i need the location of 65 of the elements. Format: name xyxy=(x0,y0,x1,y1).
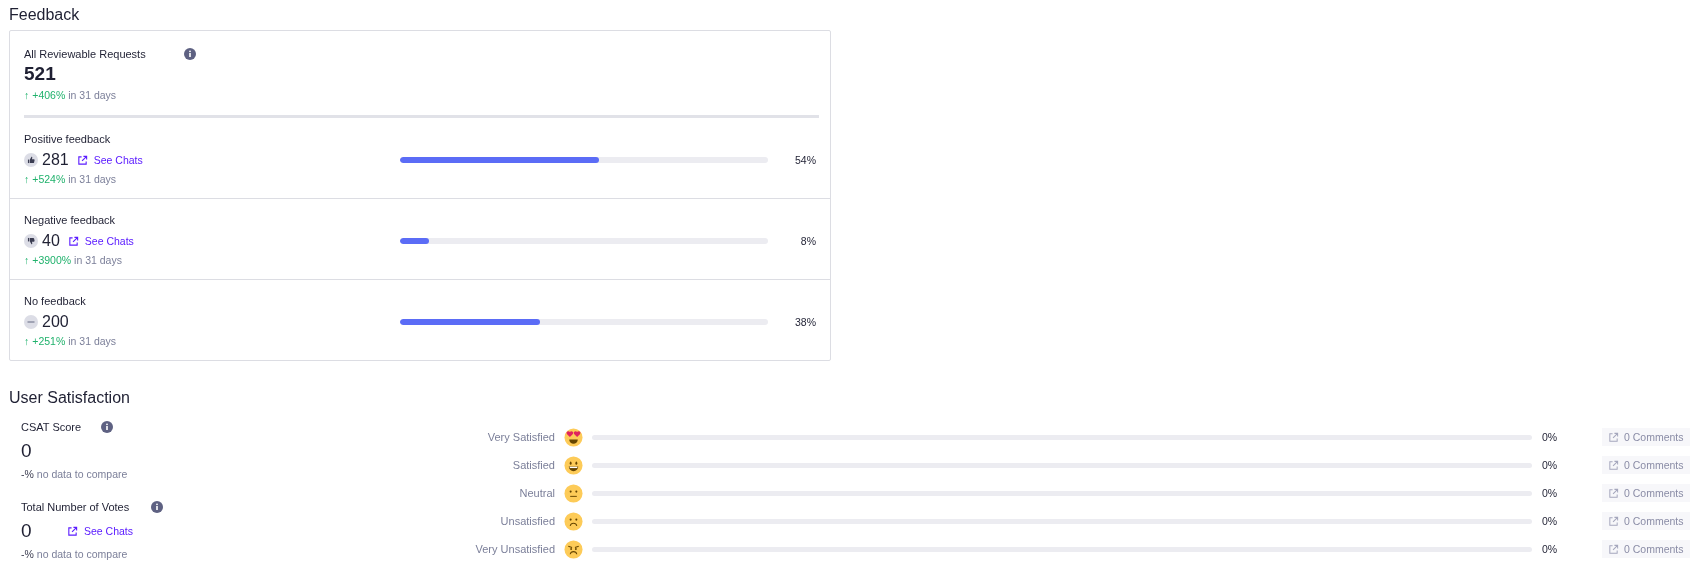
external-link-icon xyxy=(1608,543,1619,555)
thumbs-up-icon xyxy=(24,153,38,167)
trend-change: +3900% xyxy=(32,253,72,268)
percent-value: 54% xyxy=(794,153,816,166)
external-link-icon xyxy=(1608,515,1619,527)
external-link-icon xyxy=(67,525,78,537)
percent-value: 0% xyxy=(1541,515,1559,527)
feedback-label: No feedback xyxy=(24,294,87,308)
external-link-icon xyxy=(1608,487,1619,499)
stat-label: Total Number of Votes xyxy=(21,500,131,514)
feedback-label: Positive feedback xyxy=(24,132,112,146)
rating-label: Satisfied xyxy=(511,459,555,471)
percent-value: 38% xyxy=(794,315,816,328)
trend-change: -% xyxy=(21,467,34,482)
up-arrow: ↑ xyxy=(24,334,30,349)
dash-icon xyxy=(24,315,38,329)
info-icon xyxy=(184,48,196,60)
percent-value: 0% xyxy=(1541,431,1559,443)
neutral-emoji-icon xyxy=(564,483,583,503)
feedback-count: 281 xyxy=(42,151,69,169)
up-arrow: ↑ xyxy=(24,172,30,187)
up-arrow: ↑ xyxy=(24,88,30,103)
see-chats-link[interactable]: See Chats xyxy=(67,235,134,247)
up-arrow: ↑ xyxy=(24,253,30,268)
angry-emoji-icon xyxy=(564,539,583,559)
stat-label: CSAT Score xyxy=(21,420,83,434)
stat-label: All Reviewable Requests xyxy=(24,47,147,61)
percent-value: 0% xyxy=(1541,543,1559,555)
rating-label: Unsatisfied xyxy=(499,515,555,527)
external-link-icon xyxy=(76,154,88,166)
trend-change: +251% xyxy=(32,334,66,349)
rating-label: Very Satisfied xyxy=(486,431,555,443)
feedback-count: 200 xyxy=(42,313,69,331)
see-chats-link[interactable]: See Chats xyxy=(67,525,134,537)
grinning-emoji-icon xyxy=(564,455,583,475)
stat-value: 521 xyxy=(24,62,57,86)
external-link-icon xyxy=(67,235,79,247)
rating-label: Very Unsatisfied xyxy=(474,543,555,555)
section-title: User Satisfaction xyxy=(9,388,131,408)
percent-value: 8% xyxy=(799,234,816,247)
info-icon xyxy=(101,421,113,433)
trend-change: +524% xyxy=(32,172,66,187)
trend-change: -% xyxy=(21,547,34,562)
external-link-icon xyxy=(1608,459,1619,471)
info-icon xyxy=(151,501,163,513)
trend-period: in 31 days xyxy=(68,172,117,187)
see-chats-link[interactable]: See Chats xyxy=(76,154,143,166)
frowning-emoji-icon xyxy=(564,511,583,531)
section-title: Feedback xyxy=(9,5,81,25)
trend-period: no data to compare xyxy=(36,467,128,482)
percent-value: 0% xyxy=(1541,487,1559,499)
trend-period: in 31 days xyxy=(74,253,122,268)
feedback-count: 40 xyxy=(42,232,60,250)
percent-value: 0% xyxy=(1541,459,1559,471)
trend-period: in 31 days xyxy=(68,88,117,103)
stat-value: 0 xyxy=(21,439,33,463)
thumbs-down-icon xyxy=(24,234,38,248)
feedback-label: Negative feedback xyxy=(24,213,117,227)
trend-period: in 31 days xyxy=(68,334,117,349)
stat-value: 0 xyxy=(21,519,33,543)
rating-label: Neutral xyxy=(518,487,555,499)
heart-eyes-emoji-icon xyxy=(564,427,583,447)
trend-change: +406% xyxy=(32,88,66,103)
trend-period: no data to compare xyxy=(36,547,128,562)
external-link-icon xyxy=(1608,431,1619,443)
